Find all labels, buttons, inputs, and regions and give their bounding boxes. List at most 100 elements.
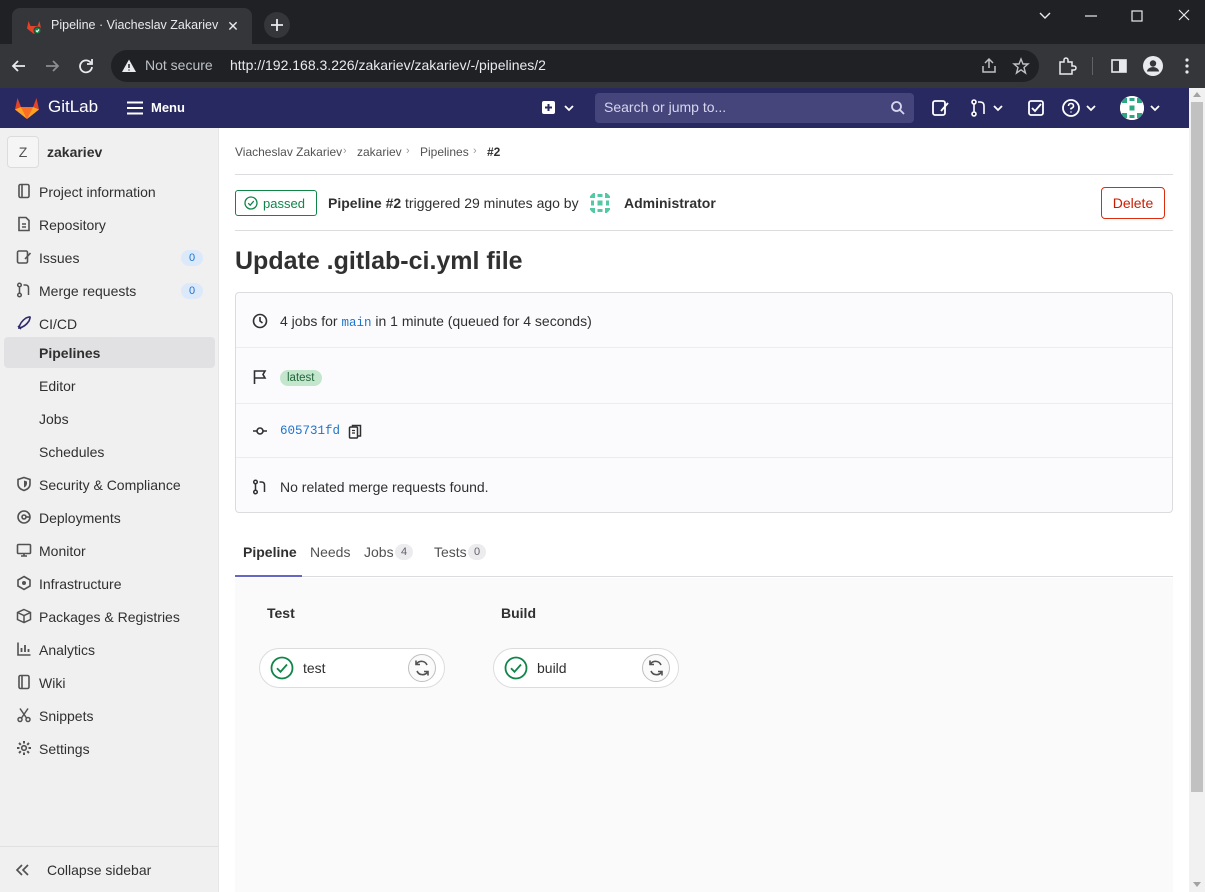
help-icon[interactable] [1061, 98, 1099, 118]
gitlab-brand[interactable]: GitLab [48, 97, 98, 117]
chevron-down-icon[interactable] [1148, 98, 1162, 118]
page-scrollbar[interactable] [1189, 88, 1205, 892]
retry-button[interactable] [408, 654, 436, 682]
sidebar-item-settings[interactable]: Settings [4, 733, 215, 764]
project-name[interactable]: zakariev [47, 144, 102, 160]
admin-avatar[interactable] [588, 191, 612, 215]
status-badge[interactable]: passed [235, 190, 317, 216]
chevron-right-icon: › [473, 145, 477, 157]
breadcrumb-current[interactable]: #2 [487, 145, 500, 159]
clock-icon [252, 313, 268, 329]
sidebar-item-snippets[interactable]: Snippets [4, 700, 215, 731]
sidebar-item-analytics[interactable]: Analytics [4, 634, 215, 665]
maximize-icon[interactable] [1123, 6, 1151, 26]
merge-requests-nav-icon[interactable] [969, 98, 1005, 118]
address-bar[interactable]: Not secure http://192.168.3.226/zakariev… [111, 50, 1039, 82]
breadcrumb-user[interactable]: Viacheslav Zakariev [235, 145, 342, 159]
sidebar-item-infrastructure[interactable]: Infrastructure [4, 568, 215, 599]
user-avatar[interactable] [1120, 96, 1144, 120]
menu-button[interactable]: Menu [123, 95, 185, 121]
sidebar-subitem-pipelines[interactable]: Pipelines [4, 337, 215, 368]
bookmark-star-icon[interactable] [1012, 57, 1030, 75]
branch-link[interactable]: main [341, 316, 371, 330]
extensions-puzzle-icon[interactable] [1056, 55, 1078, 77]
sidebar-item-project-information[interactable]: Project information [4, 176, 215, 207]
sidebar-item-packages-registries[interactable]: Packages & Registries [4, 601, 215, 632]
minimize-icon[interactable] [1077, 6, 1105, 26]
sidebar-item-wiki[interactable]: Wiki [4, 667, 215, 698]
badges-row [236, 349, 1172, 404]
sidebar-subitem-schedules[interactable]: Schedules [4, 436, 215, 467]
tab-tests[interactable]: Tests 0 [426, 535, 496, 577]
retry-button[interactable] [642, 654, 670, 682]
jobs-suffix: in 1 minute (queued for 4 seconds) [375, 313, 592, 329]
sidebar-item-cicd[interactable]: CI/CD [4, 308, 215, 339]
back-arrow-icon[interactable] [8, 55, 30, 77]
search-box[interactable] [595, 93, 914, 123]
kebab-menu-icon[interactable] [1176, 55, 1198, 77]
sidebar-item-label: Analytics [39, 642, 96, 658]
search-input[interactable] [604, 99, 874, 115]
job-name: build [537, 660, 567, 676]
search-icon[interactable] [890, 100, 906, 116]
identicon-icon [590, 193, 610, 213]
issues-nav-icon[interactable] [930, 98, 952, 118]
tab-search-icon[interactable] [1031, 6, 1059, 26]
check-circle-icon [244, 196, 258, 210]
sidebar-item-merge-requests[interactable]: Merge requests 0 [4, 275, 215, 306]
tab-needs[interactable]: Needs [302, 535, 356, 577]
sidebar-item-issues[interactable]: Issues 0 [4, 242, 215, 273]
sidebar-subitem-jobs[interactable]: Jobs [4, 403, 215, 434]
repository-icon [18, 216, 30, 232]
triggered-by-user[interactable]: Administrator [624, 195, 716, 211]
new-dropdown-plus-icon[interactable] [539, 98, 579, 118]
sidebar-item-security-compliance[interactable]: Security & Compliance [4, 469, 215, 500]
tab-pipeline[interactable]: Pipeline [235, 535, 302, 577]
scroll-up-arrow-icon[interactable] [1193, 91, 1201, 97]
sidebar-item-label: Schedules [39, 444, 105, 460]
tab-title: Pipeline · Viacheslav Zakariev / z [51, 18, 221, 32]
gear-icon [17, 741, 31, 755]
delete-button[interactable]: Delete [1101, 187, 1165, 219]
todo-check-icon[interactable] [1026, 98, 1046, 118]
share-icon[interactable] [980, 57, 998, 75]
side-panel-icon[interactable] [1108, 55, 1130, 77]
scrollbar-thumb[interactable] [1191, 102, 1203, 792]
commit-sha-link[interactable]: 605731fd [280, 424, 340, 438]
breadcrumb-pipelines[interactable]: Pipelines [420, 145, 469, 159]
sidebar-item-repository[interactable]: Repository [4, 209, 215, 240]
retry-icon [415, 660, 429, 676]
job-build[interactable]: build [493, 648, 679, 688]
gitlab-logo-icon[interactable] [14, 96, 40, 120]
sidebar-item-label: Snippets [39, 708, 94, 724]
forward-arrow-icon[interactable] [41, 55, 63, 77]
url-text[interactable]: http://192.168.3.226/zakariev/zakariev/-… [230, 57, 546, 73]
sidebar-subitem-editor[interactable]: Editor [4, 370, 215, 401]
tab-close-icon[interactable]: ✕ [224, 17, 242, 35]
reload-icon[interactable] [75, 55, 97, 77]
project-avatar[interactable]: Z [7, 136, 39, 168]
job-test[interactable]: test [259, 648, 445, 688]
sidebar-item-deployments[interactable]: Deployments [4, 502, 215, 533]
copy-icon[interactable] [348, 424, 362, 440]
browser-tab[interactable]: Pipeline · Viacheslav Zakariev / z ✕ [12, 8, 252, 44]
infrastructure-icon [17, 575, 31, 591]
scroll-down-arrow-icon[interactable] [1193, 882, 1201, 888]
new-tab-button[interactable] [264, 12, 290, 38]
sidebar-item-label: Security & Compliance [39, 477, 181, 493]
not-secure-label[interactable]: Not secure [145, 57, 213, 73]
sidebar-item-label: Infrastructure [39, 576, 122, 592]
tab-label: Pipeline [243, 544, 297, 560]
collapse-sidebar-button[interactable]: Collapse sidebar [0, 846, 218, 892]
merge-request-icon [252, 479, 266, 495]
pipeline-info: Pipeline #2 triggered 29 minutes ago by [328, 195, 579, 211]
warning-triangle-icon[interactable] [121, 58, 137, 74]
profile-icon[interactable] [1142, 55, 1164, 77]
sidebar-item-monitor[interactable]: Monitor [4, 535, 215, 566]
tab-jobs[interactable]: Jobs 4 [356, 535, 426, 577]
close-window-icon[interactable] [1170, 6, 1198, 26]
project-header[interactable]: Z zakariev [7, 136, 212, 168]
tab-label: Jobs [364, 544, 394, 560]
breadcrumb-project[interactable]: zakariev [357, 145, 402, 159]
retry-icon [649, 660, 663, 676]
